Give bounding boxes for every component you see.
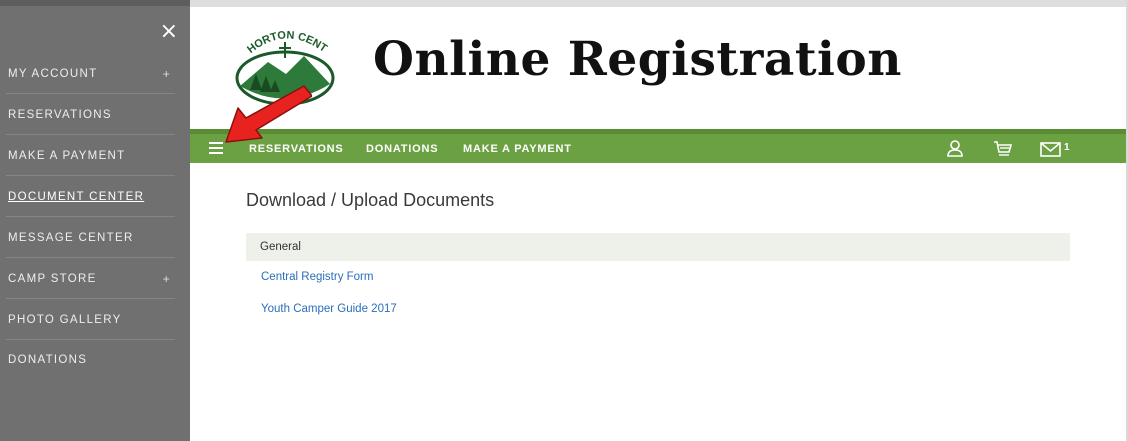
sidebar-item-label: CAMP STORE: [8, 272, 97, 285]
close-icon[interactable]: ×: [160, 21, 178, 43]
main-content: HORTON CENTER Online Registration RESERV…: [190, 0, 1128, 441]
message-count-badge[interactable]: 1: [1064, 142, 1070, 153]
expand-icon[interactable]: +: [163, 272, 171, 286]
logo-text: HORTON CENTER: [230, 20, 329, 56]
sidebar-item-label: MESSAGE CENTER: [8, 231, 134, 244]
sidebar-item-make-a-payment[interactable]: MAKE A PAYMENT: [6, 136, 175, 176]
page-title: Online Registration: [373, 32, 902, 87]
sidebar-item-message-center[interactable]: MESSAGE CENTER: [6, 218, 175, 258]
sidebar-item-label: DONATIONS: [8, 354, 88, 366]
document-group-header: General: [246, 233, 1070, 261]
sidebar-item-label: MAKE A PAYMENT: [8, 149, 126, 162]
top-border: [190, 0, 1128, 7]
sidebar-item-document-center[interactable]: DOCUMENT CENTER: [6, 177, 175, 217]
sidebar-item-label: DOCUMENT CENTER: [8, 190, 145, 203]
sidebar-item-label: RESERVATIONS: [8, 108, 112, 121]
sidebar-menu: × MY ACCOUNT + RESERVATIONS MAKE A PAYME…: [0, 0, 190, 441]
nav-make-a-payment-link[interactable]: MAKE A PAYMENT: [463, 143, 572, 155]
document-link-youth-camper-guide[interactable]: Youth Camper Guide 2017: [261, 303, 397, 315]
sidebar-item-my-account[interactable]: MY ACCOUNT +: [6, 54, 175, 94]
section-heading: Download / Upload Documents: [246, 190, 495, 210]
sidebar-item-camp-store[interactable]: CAMP STORE +: [6, 259, 175, 299]
annotation-arrow-icon: [225, 85, 312, 143]
top-navbar: RESERVATIONS DONATIONS MAKE A PAYMENT 1: [190, 129, 1126, 163]
envelope-icon[interactable]: [1040, 139, 1062, 159]
sidebar-item-label: PHOTO GALLERY: [8, 313, 122, 326]
user-icon[interactable]: [946, 139, 964, 159]
nav-donations-link[interactable]: DONATIONS: [366, 143, 438, 155]
cart-icon[interactable]: [993, 139, 1013, 159]
expand-icon[interactable]: +: [163, 67, 171, 81]
sidebar-item-photo-gallery[interactable]: PHOTO GALLERY: [6, 300, 175, 340]
sidebar-item-donations[interactable]: DONATIONS: [6, 340, 175, 380]
document-link-central-registry-form[interactable]: Central Registry Form: [261, 271, 373, 283]
hamburger-menu-icon[interactable]: [209, 142, 223, 156]
sidebar-item-label: MY ACCOUNT: [8, 67, 98, 80]
sidebar-item-reservations[interactable]: RESERVATIONS: [6, 95, 175, 135]
